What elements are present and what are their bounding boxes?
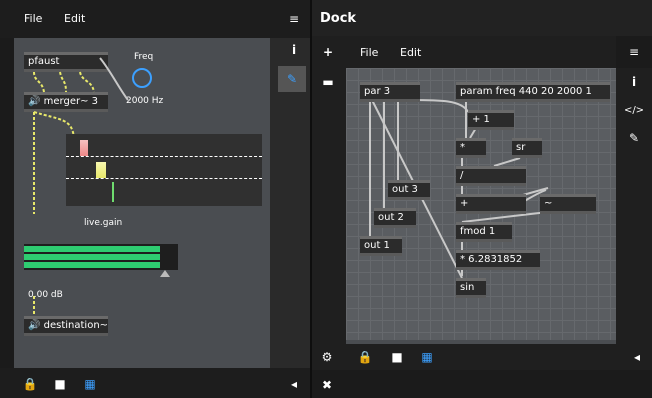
plus1-object[interactable]: + 1 <box>468 110 514 130</box>
settings-gear-icon[interactable]: ⚙ <box>318 348 336 366</box>
dock-footer <box>312 370 652 398</box>
sr-label: sr <box>516 142 526 153</box>
add-label: + <box>460 198 469 209</box>
par3-label: par 3 <box>364 86 391 97</box>
param-label: param freq 440 20 2000 1 <box>460 86 592 97</box>
div-object[interactable]: / <box>456 166 526 186</box>
close-icon[interactable]: ✖ <box>318 376 336 394</box>
param-object[interactable]: param freq 440 20 2000 1 <box>456 82 610 102</box>
mul2pi-label: * 6.2831852 <box>460 254 523 265</box>
dock-lock-icon[interactable]: 🔒 <box>356 348 374 366</box>
tilde-label: ~ <box>544 198 553 209</box>
out1-label: out 1 <box>364 240 390 251</box>
fmod-object[interactable]: fmod 1 <box>456 222 512 242</box>
plus1-label: + 1 <box>472 114 490 125</box>
fmod-label: fmod 1 <box>460 226 496 237</box>
mul-object[interactable]: * <box>456 138 486 158</box>
mul-label: * <box>460 142 465 153</box>
mul2pi-object[interactable]: * 6.2831852 <box>456 250 540 270</box>
out2-object[interactable]: out 2 <box>374 208 416 228</box>
out3-object[interactable]: out 3 <box>388 180 430 200</box>
div-label: / <box>460 170 464 181</box>
out3-label: out 3 <box>392 184 418 195</box>
sin-label: sin <box>460 282 475 293</box>
dock-camera-icon[interactable]: ■ <box>388 348 406 366</box>
par3-object[interactable]: par 3 <box>360 82 420 102</box>
sin-object[interactable]: sin <box>456 278 486 298</box>
tilde-object[interactable]: ~ <box>540 194 596 214</box>
dock-speaker-icon[interactable]: ◂ <box>628 348 646 366</box>
sr-object[interactable]: sr <box>512 138 542 158</box>
out2-label: out 2 <box>378 212 404 223</box>
dock-grid-icon[interactable]: ▦ <box>418 348 436 366</box>
out1-object[interactable]: out 1 <box>360 236 402 256</box>
add-object[interactable]: + <box>456 194 526 214</box>
